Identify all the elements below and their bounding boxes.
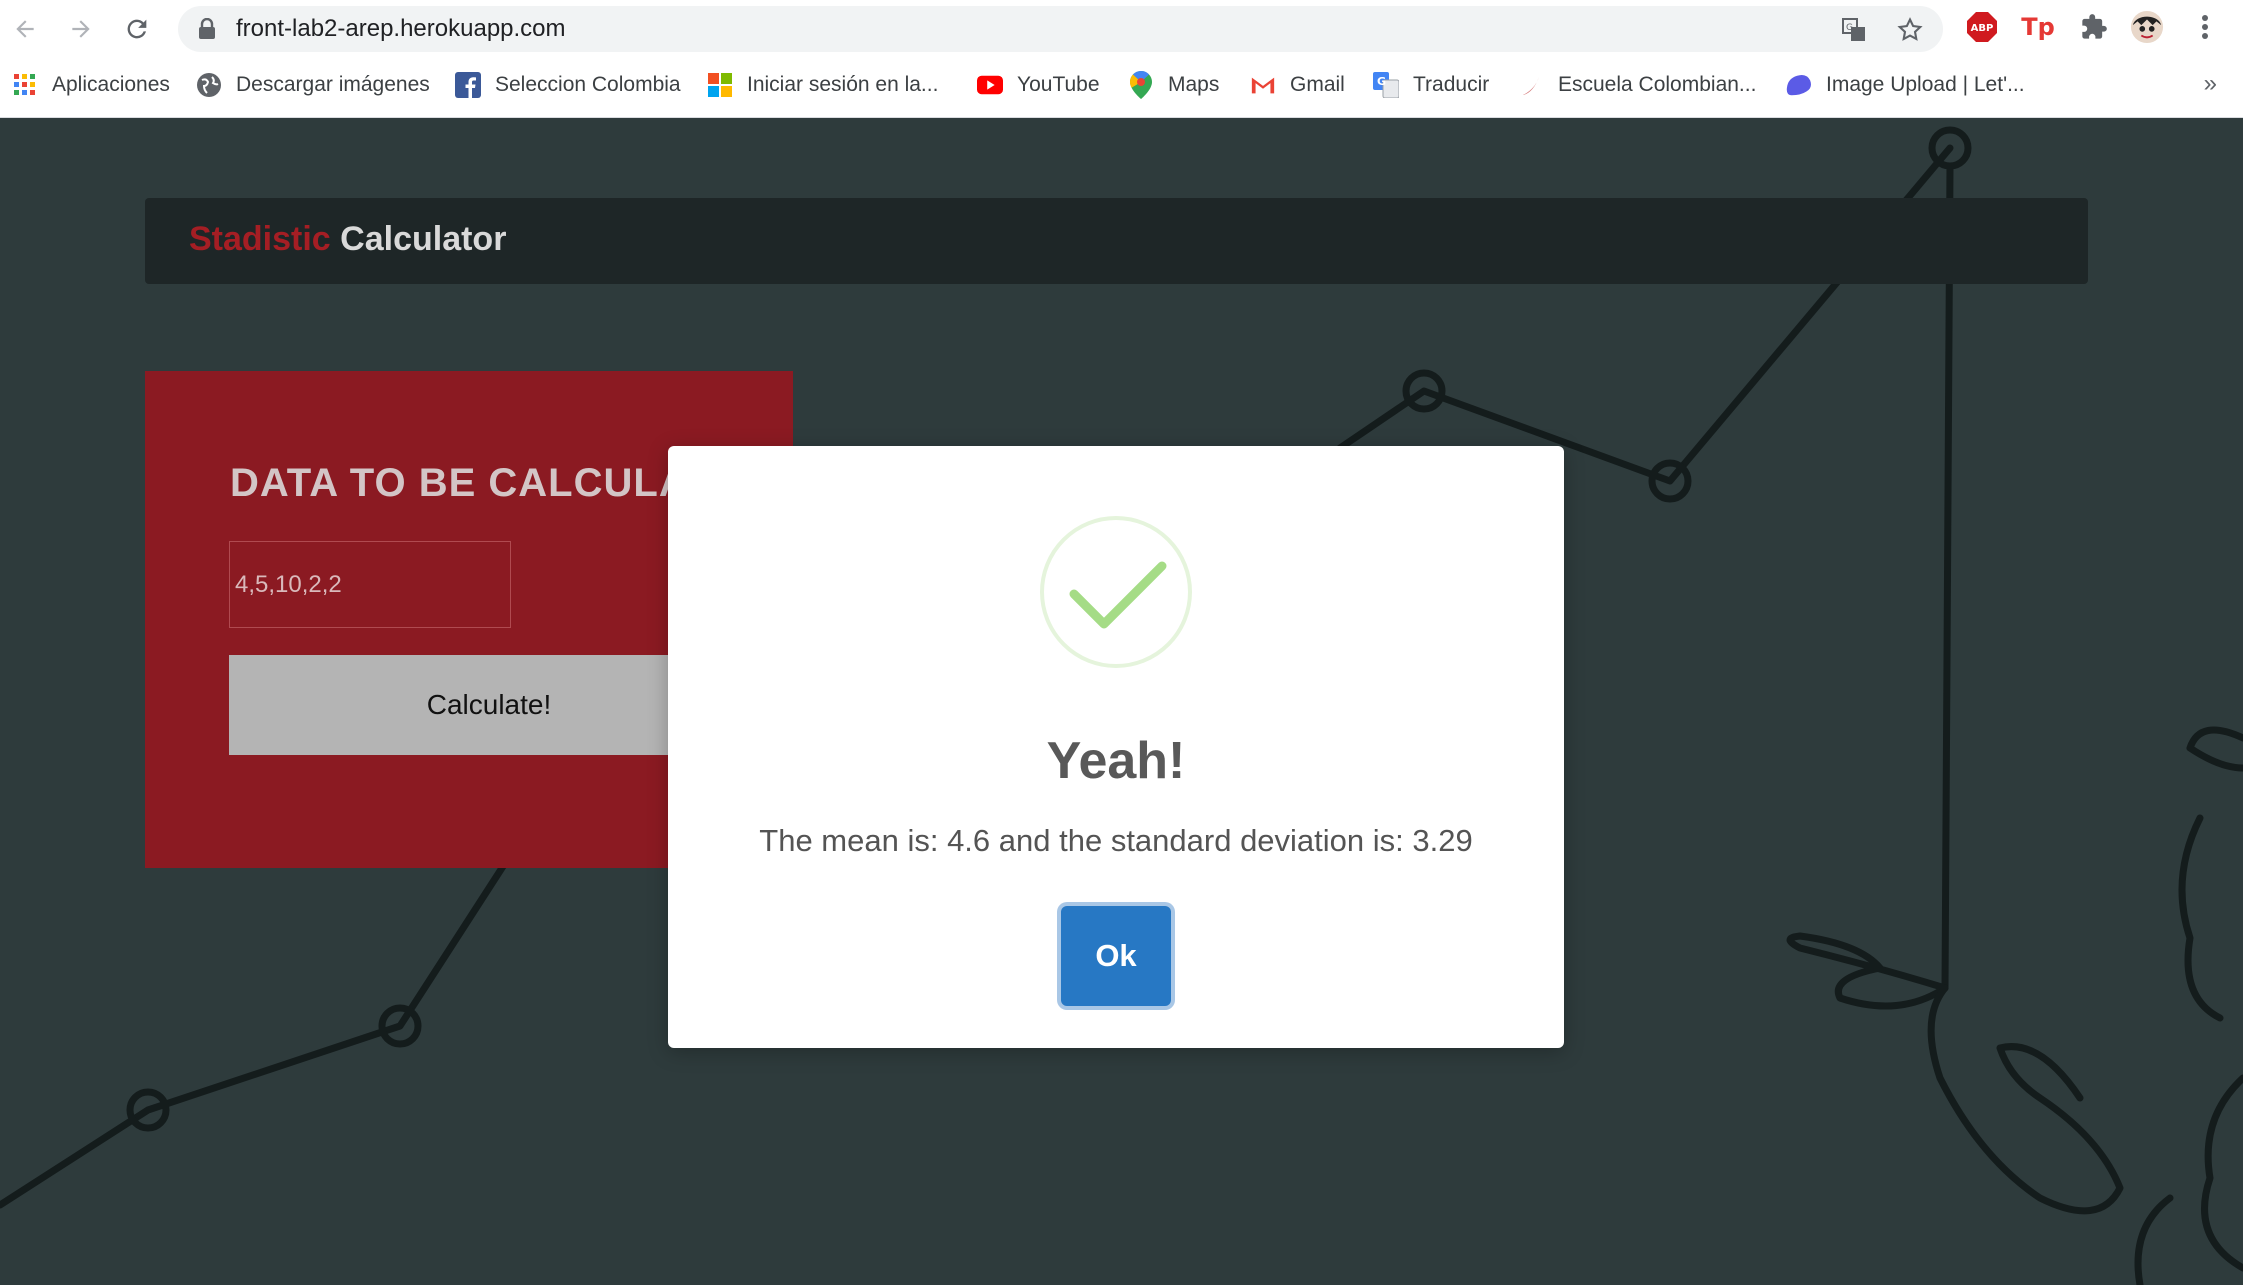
apps-grid-icon	[12, 72, 38, 98]
bookmark-seleccion-colombia[interactable]: Seleccion Colombia	[455, 68, 681, 102]
bookmark-maps[interactable]: Maps	[1128, 68, 1219, 102]
bookmark-escuela[interactable]: Escuela Colombian...	[1518, 68, 1756, 102]
browser-chrome: front-lab2-arep.herokuapp.com G ABP Tp A…	[0, 0, 2243, 118]
translate-page-icon[interactable]: G	[1840, 16, 1868, 44]
data-input[interactable]	[229, 541, 511, 628]
back-button[interactable]	[8, 12, 42, 46]
bookmark-label: Seleccion Colombia	[495, 73, 681, 96]
app-brand[interactable]: Stadistic Calculator	[189, 220, 506, 259]
brand-part-stadistic: Stadistic	[189, 220, 331, 258]
back-arrow-icon	[16, 20, 34, 38]
gmail-icon	[1250, 72, 1276, 98]
extensions-puzzle-icon[interactable]	[2077, 10, 2111, 44]
facebook-icon	[455, 72, 481, 98]
forward-button[interactable]	[64, 12, 98, 46]
bookmark-aplicaciones[interactable]: Aplicaciones	[12, 68, 170, 102]
bookmark-descargar-imagenes[interactable]: Descargar imágenes	[196, 68, 430, 102]
browser-menu-icon[interactable]	[2188, 10, 2222, 44]
success-check-icon	[1040, 516, 1192, 668]
page-content: Stadistic Calculator DATA TO BE CALCULAT…	[0, 118, 2243, 1285]
bookmark-label: Escuela Colombian...	[1558, 73, 1757, 96]
bookmark-label: Gmail	[1290, 73, 1345, 96]
bookmark-label: Iniciar sesión en la...	[747, 73, 939, 96]
reload-icon	[127, 19, 147, 39]
image-upload-icon	[1786, 72, 1812, 98]
tp-extension-icon[interactable]: Tp	[2021, 10, 2055, 44]
bookmark-gmail[interactable]: Gmail	[1250, 68, 1345, 102]
svg-text:G: G	[1377, 75, 1386, 88]
maps-pin-icon	[1128, 71, 1154, 99]
bookmark-traducir[interactable]: G Traducir	[1373, 68, 1489, 102]
escuela-icon	[1518, 72, 1544, 98]
bookmark-label: YouTube	[1017, 73, 1100, 96]
svg-text:G: G	[1846, 23, 1853, 33]
bookmark-label: Aplicaciones	[52, 73, 170, 96]
ok-button[interactable]: Ok	[1061, 906, 1171, 1006]
globe-icon	[196, 72, 222, 98]
bookmark-label: Image Upload | Let'...	[1826, 73, 2025, 96]
modal-message: The mean is: 4.6 and the standard deviat…	[759, 823, 1473, 858]
bookmark-label: Maps	[1168, 73, 1220, 96]
forward-arrow-icon	[72, 20, 90, 38]
adblock-plus-icon[interactable]: ABP	[1965, 10, 1999, 44]
bookmark-youtube[interactable]: YouTube	[977, 68, 1100, 102]
bookmark-label: Traducir	[1413, 73, 1490, 96]
svg-text:ABP: ABP	[1971, 23, 1994, 34]
lock-icon	[198, 17, 216, 45]
result-modal: Yeah! The mean is: 4.6 and the standard …	[668, 446, 1564, 1048]
tp-label: Tp	[2021, 13, 2055, 41]
app-header: Stadistic Calculator	[145, 198, 2088, 284]
bookmarks-overflow-button[interactable]: »	[2204, 70, 2217, 98]
address-bar[interactable]: front-lab2-arep.herokuapp.com G	[178, 6, 1943, 52]
profile-avatar[interactable]	[2130, 10, 2164, 44]
microsoft-icon	[707, 72, 733, 98]
bookmark-iniciar-sesion[interactable]: Iniciar sesión en la...	[707, 68, 938, 102]
url-text: front-lab2-arep.herokuapp.com	[236, 15, 566, 42]
reload-button[interactable]	[120, 12, 154, 46]
bookmark-label: Descargar imágenes	[236, 73, 430, 96]
bookmarks-bar: Aplicaciones Descargar imágenes Seleccio…	[0, 64, 2243, 108]
modal-title: Yeah!	[1046, 732, 1186, 790]
bookmark-image-upload[interactable]: Image Upload | Let'...	[1786, 68, 2025, 102]
translate-icon: G	[1373, 72, 1399, 98]
youtube-icon	[977, 72, 1003, 98]
brand-part-calculator: Calculator	[340, 220, 507, 258]
bookmark-star-icon[interactable]	[1896, 16, 1924, 44]
